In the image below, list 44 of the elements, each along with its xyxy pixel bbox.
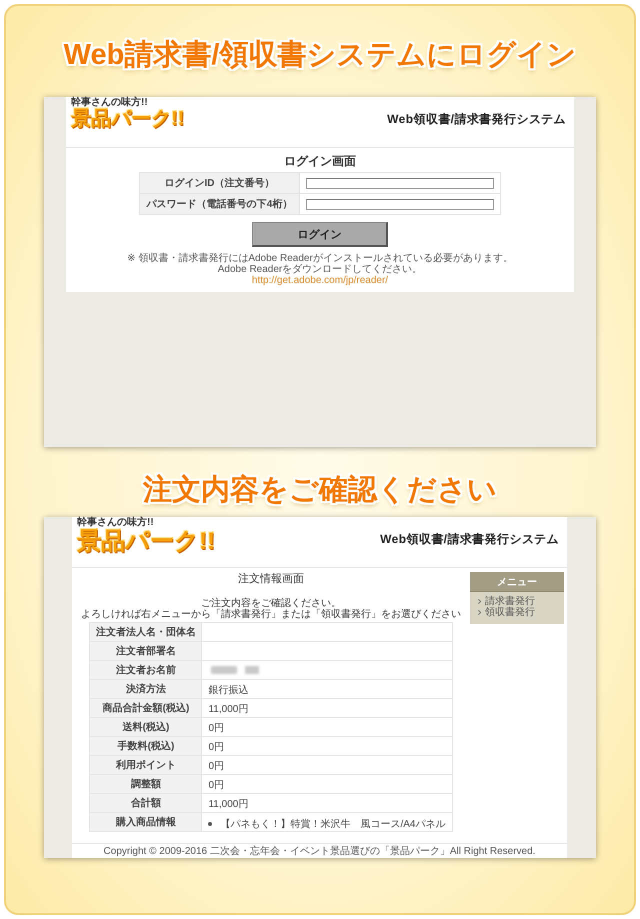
field-label: ログインID（注文番号）: [140, 172, 300, 194]
login-button[interactable]: ログイン: [252, 222, 388, 247]
table-cell: 11,000円: [208, 799, 248, 810]
row-label: 注文者法人名・団体名: [90, 622, 202, 642]
field-label: パスワード（電話番号の下4桁）: [140, 194, 300, 214]
chevron-icon: [478, 610, 481, 615]
row-label: 手数料(税込): [90, 736, 202, 756]
row-label: 決済方法: [90, 680, 202, 698]
page-title: ログイン画面: [284, 154, 356, 168]
menu-title: メニュー: [470, 572, 564, 592]
table-cell: 0円: [208, 742, 224, 753]
row-label: 送料(税込): [90, 718, 202, 736]
logo-tagline: 幹事さんの味方!!: [77, 518, 154, 528]
chevron-icon: [478, 599, 481, 604]
table-cell: 11,000円: [208, 704, 248, 715]
note-text: Adobe Readerをダウンロードしてください。: [218, 264, 422, 275]
row-label: 商品合計金額(税込): [90, 698, 202, 718]
menu-item[interactable]: 請求書発行: [478, 596, 556, 607]
row-label: 注文者お名前: [90, 660, 202, 680]
note-text: ※ 領収書・請求書発行にはAdobe Readerがインストールされている必要があります。: [127, 253, 513, 264]
menu-item[interactable]: 領収書発行: [478, 607, 556, 618]
row-label: 利用ポイント: [90, 756, 202, 774]
row-label: 合計額: [90, 794, 202, 812]
section-heading: Web請求書/領収書システムにログイン: [64, 38, 576, 73]
row-label: 購入商品情報: [90, 812, 202, 832]
input-field[interactable]: [306, 178, 494, 188]
download-link[interactable]: http://get.adobe.com/jp/reader/: [252, 275, 388, 286]
product-name: 【パネもく！】特賞！米沢牛 風コース/A4パネル: [220, 818, 446, 831]
row-label: 注文者部署名: [90, 642, 202, 660]
system-title: Web領収書/請求書発行システム: [387, 111, 566, 128]
instruction-text: よろしければ右メニューから「請求書発行」または「領収書発行」をお選びください: [81, 609, 461, 620]
bullet-icon: [208, 822, 212, 826]
system-title: Web領収書/請求書発行システム: [380, 531, 559, 548]
section-heading: 注文内容をご確認ください: [143, 472, 497, 508]
row-label: 調整額: [90, 774, 202, 794]
table-cell: 0円: [208, 761, 224, 772]
input-field[interactable]: [306, 198, 494, 210]
table-cell: 0円: [208, 780, 224, 791]
copyright-text: Copyright © 2009-2016 二次会・忘年会・イベント景品選びの「景品パーク」All Right Reserved.: [104, 846, 536, 857]
page-title: 注文情報画面: [238, 572, 304, 586]
instruction-text: ご注文内容をご確認ください。: [201, 598, 341, 609]
logo-tagline: 幹事さんの味方!!: [71, 98, 148, 108]
table-cell: 銀行振込: [208, 685, 248, 696]
table-cell: 0円: [208, 723, 224, 734]
